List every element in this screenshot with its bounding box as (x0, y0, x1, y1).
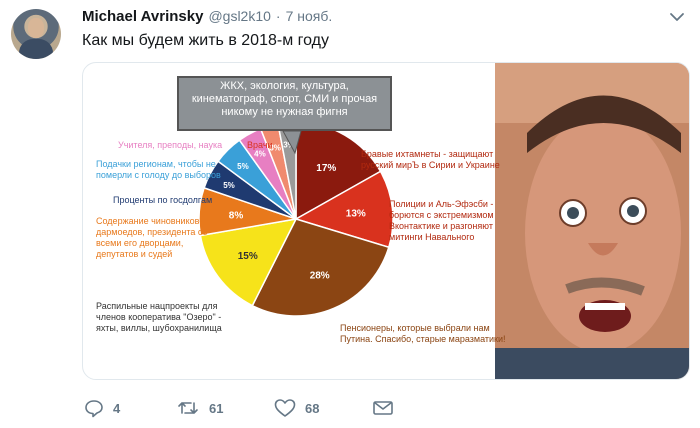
annotation-nacprojects: Распильные нацпроекты для членов коопера… (96, 301, 222, 333)
tweet-date[interactable]: 7 нояб. (286, 8, 333, 24)
tweet-text: Как мы будем жить в 2018-м году (82, 32, 329, 49)
annotation-pensioners: Пенсионеры, которые выбрали нам Путина. … (340, 323, 506, 344)
like-count: 68 (305, 400, 320, 416)
direct-message-action[interactable] (372, 398, 394, 418)
reply-icon[interactable] (84, 398, 104, 418)
pie-label-pensioners: 28% (310, 270, 330, 281)
pie-label-regions: 5% (237, 162, 249, 171)
envelope-icon[interactable] (372, 398, 394, 418)
annotation-teachers: Учителя, преподы, наука (118, 140, 223, 150)
pie-label-police: 13% (346, 209, 366, 220)
caret-down-icon[interactable] (668, 8, 686, 26)
avatar-body (19, 39, 53, 59)
annotation-brave: Бравые ихтамнеты - защищают русский мирЪ… (361, 149, 500, 170)
avatar-face (28, 18, 44, 38)
pie-label-interest: 5% (223, 181, 235, 190)
annotation-doctors: Врачи (247, 140, 273, 150)
pie-label-brave: 17% (316, 163, 336, 174)
reply-count: 4 (113, 400, 121, 416)
like-action[interactable]: 68 (274, 398, 319, 418)
tweet-header: Michael Avrinsky @gsl2k10 · 7 нояб. (82, 8, 332, 28)
separator-dot: · (275, 8, 281, 24)
pie-label-officials: 8% (229, 210, 244, 221)
pie-label-other: 3% (283, 141, 295, 150)
annotation-interest: Проценты по госдолгам (113, 195, 213, 205)
annotation-regions: Подачки регионам, чтобы не померли с гол… (96, 159, 221, 180)
pie-label-nacprojects: 15% (238, 251, 258, 262)
tweet-media[interactable]: 17% 13% 28% 15% 8% 5% 5% 4% 3% 3% ЖКХ, экология, … (82, 62, 690, 380)
heart-icon[interactable] (274, 398, 296, 418)
avatar[interactable] (11, 9, 61, 59)
author-name[interactable]: Michael Avrinsky (82, 8, 203, 25)
retweet-icon[interactable] (176, 398, 200, 418)
retweet-action[interactable]: 61 (176, 398, 223, 418)
reply-action[interactable]: 4 (84, 398, 120, 418)
annotation-officials: Содержание чиновников- дармоедов, презид… (96, 216, 208, 259)
callout-other-expenses: ЖКХ, экология, культура, кинематограф, с… (177, 76, 392, 131)
retweet-count: 61 (209, 400, 224, 416)
annotation-police: Полиции и Аль-Эфэсби - борются с экстрем… (389, 199, 494, 242)
author-handle[interactable]: @gsl2k10 (208, 8, 270, 24)
